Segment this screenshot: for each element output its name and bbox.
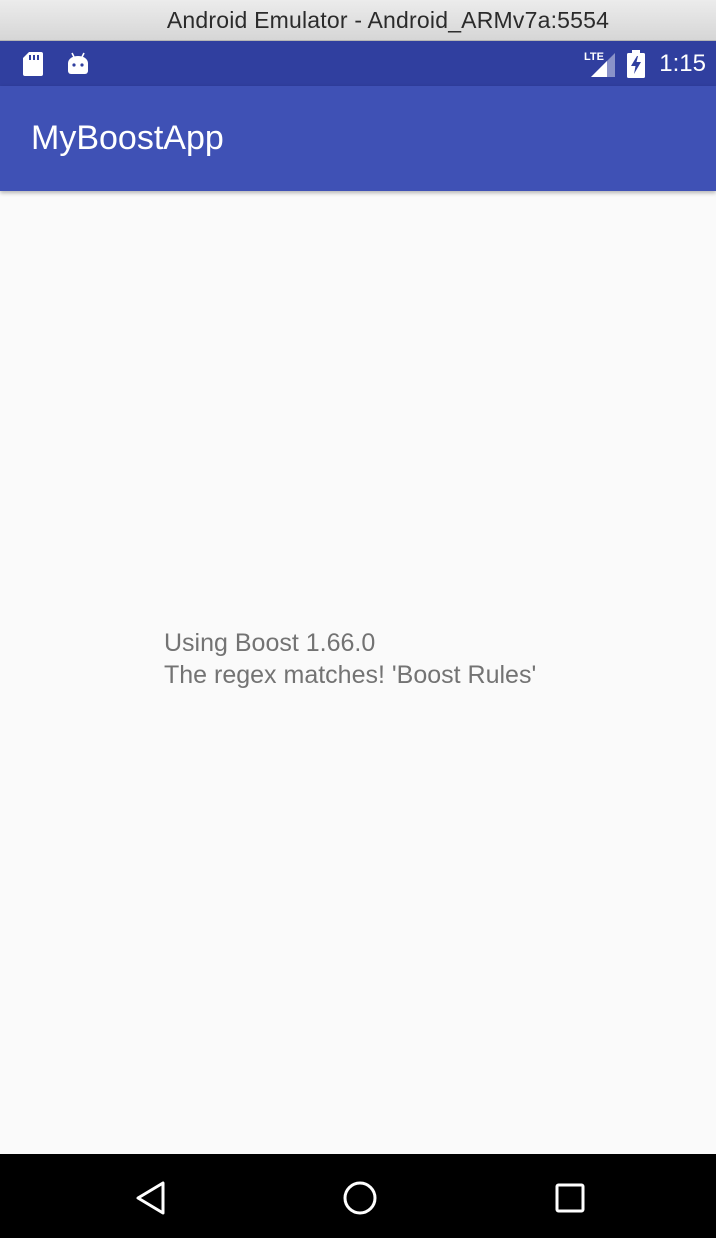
output-text-view: Using Boost 1.66.0 The regex matches! 'B… — [164, 627, 536, 691]
sd-card-icon — [23, 51, 43, 76]
main-content: Using Boost 1.66.0 The regex matches! 'B… — [0, 191, 716, 1154]
app-title: MyBoostApp — [31, 119, 224, 157]
app-toolbar: MyBoostApp — [0, 86, 716, 191]
status-time: 1:15 — [659, 49, 706, 77]
recents-icon[interactable] — [550, 1178, 590, 1218]
back-icon[interactable] — [131, 1178, 171, 1218]
battery-charging-icon — [627, 49, 646, 78]
home-icon[interactable] — [340, 1178, 380, 1218]
window-title: Android Emulator - Android_ARMv7a:5554 — [166, 6, 610, 33]
signal-lte-icon: LTE — [584, 51, 616, 77]
network-type-label: LTE — [584, 51, 604, 63]
status-bar-notifications — [0, 51, 90, 77]
emulator-window-titlebar: Android Emulator - Android_ARMv7a:5554 — [0, 0, 716, 41]
boost-version-line: Using Boost 1.66.0 — [164, 629, 376, 657]
status-bar-system: LTE 1:15 — [583, 49, 716, 79]
status-bar: LTE 1:15 — [0, 41, 716, 86]
regex-result-line: The regex matches! 'Boost Rules' — [164, 661, 537, 689]
android-icon — [68, 52, 88, 74]
navigation-bar — [0, 1154, 716, 1238]
